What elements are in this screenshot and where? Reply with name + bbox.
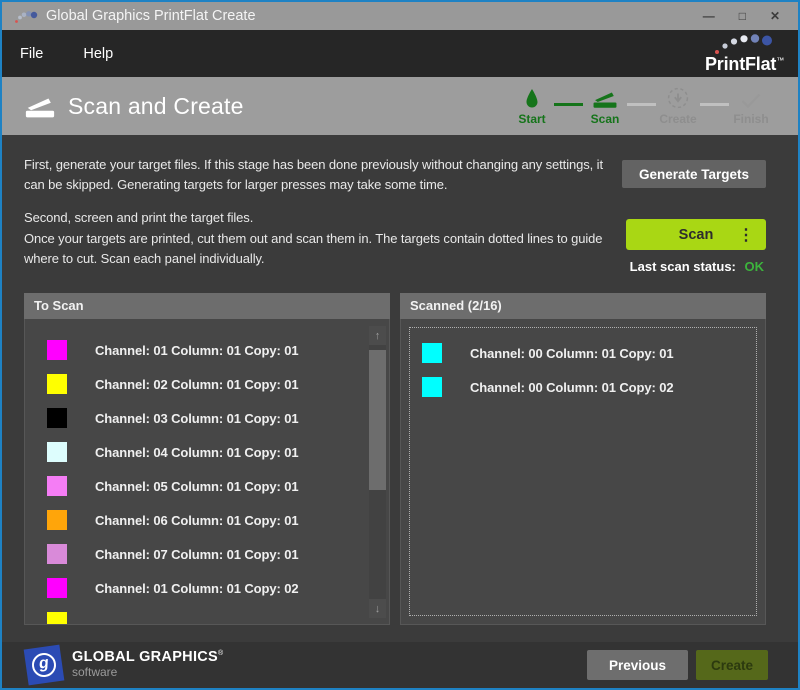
channel-list-item[interactable]: Channel: 03 Column: 01 Copy: 01 (25, 401, 367, 435)
generate-targets-button[interactable]: Generate Targets (622, 160, 766, 188)
to-scan-list: Channel: 01 Column: 01 Copy: 01 Channel:… (24, 319, 390, 625)
footer: g GLOBAL GRAPHICS® software Previous Cre… (2, 642, 798, 688)
scan-button-label: Scan (679, 227, 714, 243)
step-connector (700, 103, 729, 106)
step-connector (554, 103, 583, 106)
channel-label: Channel: 06 Column: 01 Copy: 01 (95, 513, 299, 528)
instruction-print: Second, screen and print the target file… (24, 208, 253, 228)
app-icon (14, 7, 38, 25)
menubar: File Help PrintFlat™ (2, 30, 798, 77)
create-button[interactable]: Create (696, 650, 768, 680)
page-header: Scan and Create Start Scan (2, 77, 798, 135)
previous-button[interactable]: Previous (587, 650, 688, 680)
channel-label: Channel: 01 Column: 01 Copy: 01 (95, 343, 299, 358)
instruction-scan: Once your targets are printed, cut them … (24, 229, 624, 268)
scan-button[interactable]: Scan ⋮ (626, 219, 766, 250)
scanned-header: Scanned (2/16) (400, 293, 766, 319)
channel-color-swatch (47, 476, 67, 496)
step-start: Start (511, 86, 553, 126)
scrollbar-thumb[interactable] (369, 350, 386, 490)
scroll-down-button[interactable]: ↓ (369, 599, 386, 618)
scanner-step-icon (592, 86, 618, 109)
step-connector (627, 103, 656, 106)
channel-color-swatch (47, 578, 67, 598)
printflat-logo: PrintFlat™ (705, 34, 784, 73)
step-scan: Scan (584, 86, 626, 126)
channel-label: Channel: 00 Column: 01 Copy: 01 (470, 346, 674, 361)
scan-panels: To Scan Channel: 01 Column: 01 Copy: 01 (24, 293, 766, 625)
wizard-steps: Start Scan Create (511, 86, 772, 126)
channel-list-item[interactable] (25, 605, 367, 624)
scroll-up-button[interactable]: ↑ (369, 326, 386, 345)
channel-list-item[interactable]: Channel: 01 Column: 01 Copy: 02 (25, 571, 367, 605)
check-icon (740, 86, 762, 109)
scanned-list: Channel: 00 Column: 01 Copy: 01 Channel:… (400, 319, 766, 625)
global-graphics-logo-icon: g (24, 645, 65, 686)
channel-list-item[interactable]: Channel: 06 Column: 01 Copy: 01 (25, 503, 367, 537)
minimize-button[interactable]: — (703, 10, 715, 22)
channel-color-swatch (422, 343, 442, 363)
printflat-dots-icon (712, 34, 776, 56)
menu-file[interactable]: File (20, 46, 43, 62)
scroll-down-icon: ↓ (375, 603, 381, 615)
channel-label: Channel: 02 Column: 01 Copy: 01 (95, 377, 299, 392)
channel-color-swatch (47, 544, 67, 564)
channel-list-item[interactable]: Channel: 07 Column: 01 Copy: 01 (25, 537, 367, 571)
channel-color-swatch (47, 340, 67, 360)
scanned-drop-area: Channel: 00 Column: 01 Copy: 01 Channel:… (409, 327, 757, 616)
close-button[interactable]: ✕ (770, 10, 780, 22)
step-create: Create (657, 86, 699, 126)
channel-label: Channel: 01 Column: 01 Copy: 02 (95, 581, 299, 596)
scanned-rows: Channel: 00 Column: 01 Copy: 01 Channel:… (410, 328, 756, 404)
channel-list-item[interactable]: Channel: 02 Column: 01 Copy: 01 (25, 367, 367, 401)
channel-color-swatch (47, 612, 67, 624)
channel-label: Channel: 00 Column: 01 Copy: 02 (470, 380, 674, 395)
scroll-up-icon: ↑ (375, 330, 381, 342)
scanner-icon (24, 94, 56, 119)
channel-list-item[interactable]: Channel: 05 Column: 01 Copy: 01 (25, 469, 367, 503)
scanned-panel: Scanned (2/16) Channel: 00 Column: 01 Co… (400, 293, 766, 625)
to-scan-header: To Scan (24, 293, 390, 319)
to-scan-panel: To Scan Channel: 01 Column: 01 Copy: 01 (24, 293, 390, 625)
last-scan-label: Last scan status: (630, 259, 736, 274)
channel-color-swatch (47, 374, 67, 394)
step-finish: Finish (730, 86, 772, 126)
status-ok-badge: OK (745, 259, 765, 274)
maximize-button[interactable]: □ (739, 10, 746, 22)
last-scan-status: Last scan status: OK (630, 259, 764, 274)
channel-list-item[interactable]: Channel: 04 Column: 01 Copy: 01 (25, 435, 367, 469)
channel-list-item[interactable]: Channel: 00 Column: 01 Copy: 02 (410, 370, 756, 404)
channel-color-swatch (422, 377, 442, 397)
menu-help[interactable]: Help (83, 46, 113, 62)
printflat-wordmark: PrintFlat™ (705, 55, 784, 73)
to-scan-rows: Channel: 01 Column: 01 Copy: 01 Channel:… (25, 319, 367, 624)
channel-list-item[interactable]: Channel: 00 Column: 01 Copy: 01 (410, 336, 756, 370)
scrollbar[interactable]: ↑ ↓ (369, 326, 386, 618)
app-window: Global Graphics PrintFlat Create — □ ✕ F… (0, 0, 800, 690)
channel-list-item[interactable]: Channel: 01 Column: 01 Copy: 01 (25, 333, 367, 367)
channel-label: Channel: 07 Column: 01 Copy: 01 (95, 547, 299, 562)
create-target-icon (667, 86, 689, 109)
titlebar: Global Graphics PrintFlat Create — □ ✕ (2, 2, 798, 30)
content-area: First, generate your target files. If th… (2, 135, 798, 642)
channel-label: Channel: 04 Column: 01 Copy: 01 (95, 445, 299, 460)
scan-menu-icon[interactable]: ⋮ (738, 225, 754, 245)
channel-color-swatch (47, 408, 67, 428)
droplet-icon (525, 86, 539, 109)
instruction-generate: First, generate your target files. If th… (24, 155, 624, 194)
window-controls: — □ ✕ (703, 10, 780, 22)
page-title: Scan and Create (68, 93, 244, 120)
channel-label: Channel: 03 Column: 01 Copy: 01 (95, 411, 299, 426)
window-title: Global Graphics PrintFlat Create (46, 8, 256, 24)
channel-label: Channel: 05 Column: 01 Copy: 01 (95, 479, 299, 494)
logo-g-glyph: g (30, 651, 57, 678)
global-graphics-wordmark: GLOBAL GRAPHICS® software (72, 650, 224, 679)
channel-color-swatch (47, 442, 67, 462)
channel-color-swatch (47, 510, 67, 530)
